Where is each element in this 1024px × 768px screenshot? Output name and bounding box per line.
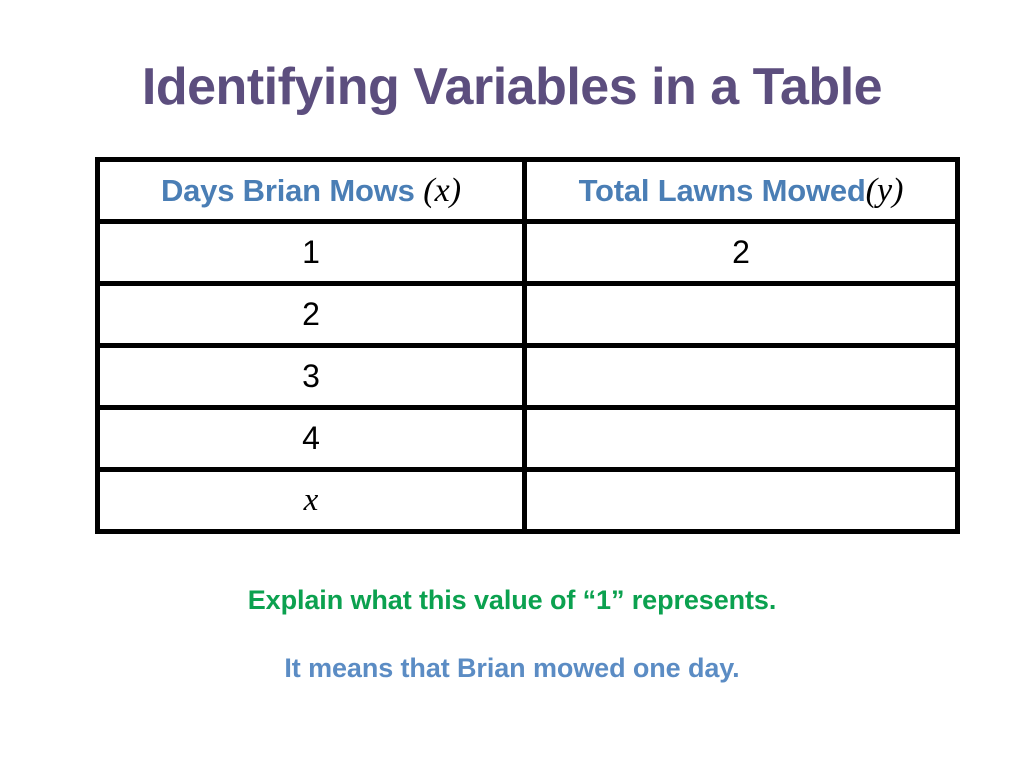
table-row: 1 2 <box>95 219 960 286</box>
header-label-x: Days Brian Mows <box>160 172 415 208</box>
cell-value: 4 <box>302 420 320 456</box>
table-row: x <box>95 467 960 534</box>
cell-value: x <box>303 482 319 518</box>
table-header-cell-y: Total Lawns Mowed(y) <box>522 157 960 224</box>
cell-x-5[interactable]: x <box>95 467 527 534</box>
cell-y-5[interactable] <box>522 467 960 534</box>
cell-x-4[interactable]: 4 <box>95 405 527 472</box>
header-variable-x-symbol: x <box>434 171 450 209</box>
cell-y-2[interactable] <box>522 281 960 348</box>
slide-canvas: Identifying Variables in a Table Days Br… <box>0 0 1024 768</box>
header-variable-x: (x) <box>423 171 462 209</box>
table-header-cell-x: Days Brian Mows (x) <box>95 157 527 224</box>
answer-text: It means that Brian mowed one day. <box>284 653 740 683</box>
variables-table: Days Brian Mows (x) Total Lawns Mowed(y)… <box>95 157 960 534</box>
cell-x-2[interactable]: 2 <box>95 281 527 348</box>
cell-value: 1 <box>302 234 320 270</box>
prompt-text: Explain what this value of “1” represent… <box>247 585 777 615</box>
cell-y-3[interactable] <box>522 343 960 410</box>
page-title: Identifying Variables in a Table <box>141 58 883 116</box>
header-label-y: Total Lawns Mowed <box>578 172 866 208</box>
table-row: 2 <box>95 281 960 348</box>
cell-x-1[interactable]: 1 <box>95 219 527 286</box>
table-row: 4 <box>95 405 960 472</box>
cell-value: 2 <box>732 234 750 270</box>
table-header-row: Days Brian Mows (x) Total Lawns Mowed(y) <box>95 157 960 224</box>
header-variable-y: (y) <box>865 171 904 209</box>
cell-y-4[interactable] <box>522 405 960 472</box>
cell-y-1[interactable]: 2 <box>522 219 960 286</box>
cell-value: 2 <box>302 296 320 332</box>
cell-value: 3 <box>302 358 320 394</box>
header-variable-y-symbol: y <box>877 171 893 209</box>
table-row: 3 <box>95 343 960 410</box>
cell-x-3[interactable]: 3 <box>95 343 527 410</box>
